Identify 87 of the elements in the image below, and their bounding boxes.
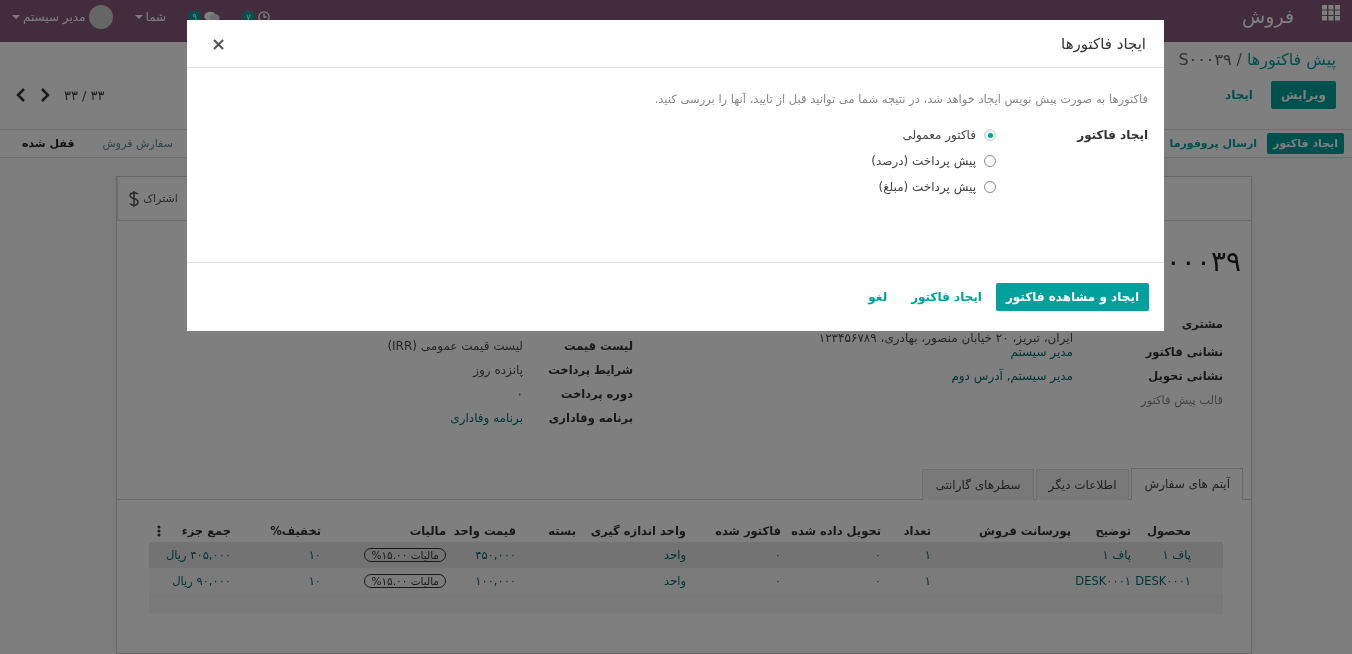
app-name: فروش — [1242, 5, 1294, 27]
table-cell: ۰ — [774, 574, 781, 588]
record-title: ۰۰۰۳۹ — [1165, 245, 1241, 278]
dollar-icon — [127, 189, 142, 208]
column-header: پورسانت فروش — [979, 524, 1071, 538]
table-cell: ۰ — [874, 574, 881, 588]
table-cell: پاف ۱ — [1162, 548, 1191, 562]
table-cell: ۴۵۰,۰۰۰ — [475, 548, 516, 562]
smart-button-label: اشتراک — [143, 192, 178, 205]
option-label: فاکتور معمولی — [902, 128, 976, 142]
field-label: لیست قیمت — [564, 339, 633, 353]
column-header: توضیح — [1095, 524, 1131, 538]
field-link[interactable]: برنامه وفاداری — [450, 411, 523, 425]
status-button[interactable]: ارسال پروفورما — [1163, 133, 1264, 154]
table-cell: واحد — [664, 548, 686, 562]
caret-icon — [134, 15, 143, 19]
column-header: محصول — [1147, 524, 1191, 538]
apps-menu-icon[interactable] — [1322, 5, 1340, 21]
field-value: پانزده روز — [473, 363, 523, 377]
user-menu[interactable]: مدیر سیستم — [12, 5, 113, 29]
breadcrumb-separator: / — [1236, 50, 1242, 69]
clock-icon[interactable] — [257, 11, 270, 23]
field-value: لیست قیمت عمومی (IRR) — [387, 339, 523, 353]
table-cell: واحد — [664, 574, 686, 588]
radio-button[interactable] — [984, 155, 996, 167]
table-cell: ۱ — [924, 574, 931, 588]
column-header: تخفیف% — [270, 524, 321, 538]
radio-button[interactable] — [984, 129, 996, 141]
table-cell: ۱۰۰,۰۰۰ — [475, 574, 516, 588]
dialog-title: ایجاد فاکتورها — [1061, 34, 1146, 53]
field-link[interactable]: مدیر سیستم, آدرس دوم — [951, 369, 1073, 383]
field-label: مشتری — [1181, 317, 1223, 331]
breadcrumb-link[interactable]: پیش فاکتورها — [1246, 50, 1336, 69]
create-and-view-button[interactable]: ایجاد و مشاهده فاکتور — [995, 283, 1149, 311]
tab[interactable]: آیتم های سفارش — [1131, 468, 1243, 500]
dialog-link-button[interactable]: لغو — [858, 283, 898, 311]
column-header: تعداد — [903, 524, 931, 538]
table-cell: ۴۰۵,۰۰۰ ریال — [166, 548, 231, 562]
field-label: برنامه وفاداری — [548, 411, 633, 425]
table-cell: ۹۰,۰۰۰ ریال — [172, 574, 231, 588]
field-label: نشانی فاکتور — [1145, 345, 1223, 359]
company-switcher[interactable]: شما — [134, 10, 167, 24]
pager-counter: ۳۳ / ۳۳ — [64, 87, 105, 103]
table-cell: ۱۰ — [308, 548, 321, 562]
field-value: ایران، تبریز، ۲۰ خیابان منصور، بهادری، ۱۲۳۴۵۶۷۸۹ — [818, 331, 1073, 345]
field-value: ۰ — [516, 387, 523, 401]
stage-step[interactable]: قفل شده — [8, 133, 89, 154]
field-label: نشانی تحویل — [1148, 369, 1223, 383]
user-name: مدیر سیستم — [23, 10, 86, 24]
table-cell: ۱۰ — [308, 574, 321, 588]
tab[interactable]: سطرهای گارانتی — [922, 469, 1034, 500]
option-label: پیش پرداخت (مبلغ) — [878, 180, 976, 194]
next-icon[interactable] — [40, 88, 50, 102]
column-header: واحد اندازه گیری — [590, 524, 686, 538]
column-header: قیمت واحد — [453, 524, 516, 538]
status-button[interactable]: ایجاد فاکتور — [1267, 133, 1344, 154]
column-header: جمع جزء — [181, 524, 231, 538]
create-button[interactable]: ایجاد — [1215, 81, 1263, 109]
field-label: قالب پیش فاکتور — [1141, 393, 1223, 407]
field-label: شرایط پرداخت — [548, 363, 633, 377]
field-label: ایجاد فاکتور — [1075, 128, 1148, 145]
dialog-link-button[interactable]: ایجاد فاکتور — [901, 283, 992, 311]
option-label: پیش پرداخت (درصد) — [871, 154, 976, 168]
column-header: بسته — [548, 524, 576, 538]
table-cell: پاف ۱ — [1102, 548, 1131, 562]
table-cell: DESK۰۰۰۱ — [1135, 574, 1191, 588]
radio-button[interactable] — [984, 181, 996, 193]
column-header: فاکتور شده — [715, 524, 781, 538]
tab[interactable]: اطلاعات دیگر — [1035, 469, 1130, 500]
table-cell: ۰ — [874, 548, 881, 562]
record-name: S۰۰۰۳۹ — [1178, 50, 1232, 69]
edit-button[interactable]: ویرایش — [1271, 81, 1336, 109]
stage-step[interactable]: سفارش فروش — [88, 133, 187, 154]
field-label: دوره پرداخت — [560, 387, 633, 401]
column-header: تحویل داده شده — [791, 524, 881, 538]
field-link[interactable]: مدیر سیستم — [1010, 345, 1073, 359]
dialog-description: فاکتورها به صورت پیش نویس ایجاد خواهد شد، در نتیجه شما می توانید قبل از تایید، آنها را بررسی کنید. — [653, 92, 1148, 106]
column-options-icon[interactable] — [157, 525, 161, 537]
table-cell: DESK۰۰۰۱ — [1075, 574, 1131, 588]
avatar-icon — [88, 5, 113, 29]
close-button[interactable]: × — [205, 32, 233, 55]
table-cell: ۱ — [924, 548, 931, 562]
table-cell: ۰ — [774, 548, 781, 562]
column-header: مالیات — [409, 524, 446, 538]
caret-icon — [12, 15, 20, 19]
company-name: شما — [145, 10, 167, 24]
previous-icon[interactable] — [16, 88, 26, 102]
